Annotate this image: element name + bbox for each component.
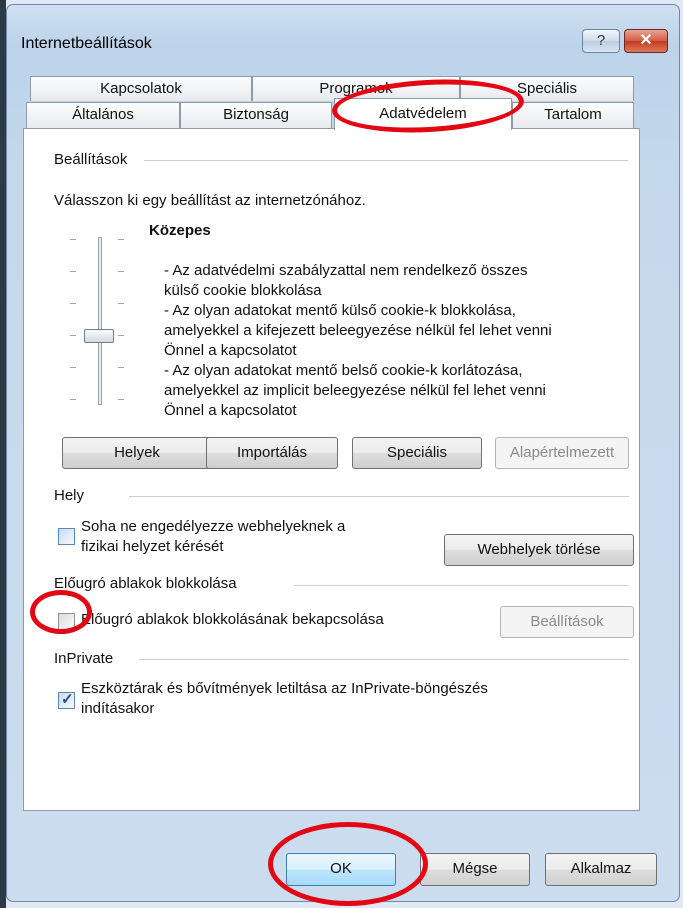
tab-kapcsolatok[interactable]: Kapcsolatok: [30, 76, 252, 101]
settings-group-label: Beállítások: [54, 151, 134, 168]
inprivate-checkbox-label-1: Eszköztárak és bővítmények letiltása az …: [81, 680, 488, 697]
annotation-circle-ok-button: [268, 822, 428, 906]
privacy-level-title: Közepes: [149, 222, 211, 239]
inprivate-checkbox[interactable]: ✓: [58, 691, 75, 709]
location-group-label: Hely: [54, 487, 91, 504]
popup-group-label: Előugró ablakok blokkolása: [54, 575, 243, 592]
window-title: Internetbeállítások: [21, 35, 152, 52]
checkmark-icon: ✓: [61, 691, 74, 708]
import-button[interactable]: Importálás: [206, 437, 338, 469]
advanced-button[interactable]: Speciális: [352, 437, 482, 469]
popup-group-divider: [294, 585, 628, 586]
apply-button[interactable]: Alkalmaz: [545, 853, 657, 886]
help-icon: ?: [596, 32, 606, 49]
settings-group-divider: [144, 160, 628, 161]
tab-altalanos[interactable]: Általános: [26, 102, 180, 129]
popup-settings-button[interactable]: Beállítások: [500, 606, 634, 638]
close-button[interactable]: ✕: [624, 29, 668, 53]
tab-biztonsag[interactable]: Biztonság: [180, 102, 332, 129]
clear-sites-button[interactable]: Webhelyek törlése: [444, 534, 634, 566]
location-checkbox[interactable]: [58, 528, 75, 545]
help-button[interactable]: ?: [582, 29, 620, 53]
tab-tartalom[interactable]: Tartalom: [512, 102, 634, 129]
privacy-tab-panel: Beállítások Válasszon ki egy beállítást …: [23, 128, 640, 811]
annotation-circle-popup-checkbox: [30, 590, 92, 634]
inprivate-group-divider: [139, 659, 629, 660]
popup-blocker-label: Előugró ablakok blokkolásának bekapcsolá…: [81, 611, 384, 628]
location-checkbox-label-1: Soha ne engedélyezze webhelyeknek a: [81, 518, 346, 535]
location-group-divider: [129, 496, 629, 497]
default-button[interactable]: Alapértelmezett: [495, 437, 629, 469]
title-bar: Internetbeállítások ? ✕: [7, 5, 679, 65]
inprivate-checkbox-label-2: indításakor: [81, 700, 155, 717]
sites-button[interactable]: Helyek: [62, 437, 212, 469]
settings-instruction: Válasszon ki egy beállítást az internetz…: [54, 192, 366, 209]
cancel-button[interactable]: Mégse: [420, 853, 530, 886]
close-icon: ✕: [639, 32, 653, 49]
slider-thumb[interactable]: [84, 329, 114, 343]
inprivate-group-label: InPrivate: [54, 650, 120, 667]
location-checkbox-label-2: fizikai helyzet kérését: [81, 538, 224, 555]
